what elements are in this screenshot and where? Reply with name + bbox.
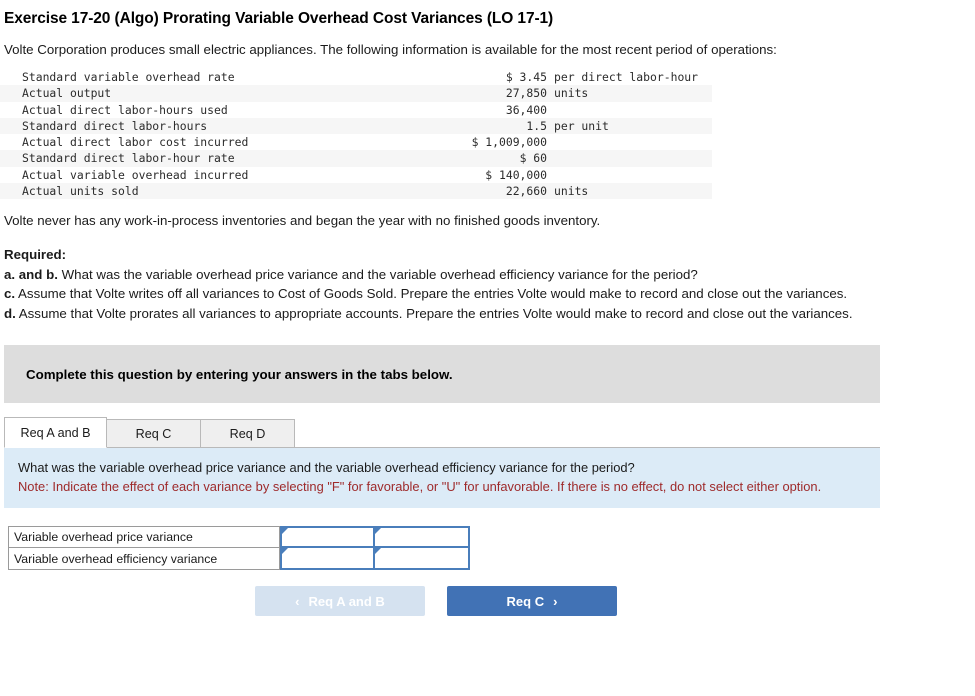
fact-label: Actual direct labor-hours used <box>22 102 228 117</box>
fact-label: Actual units sold <box>22 184 139 199</box>
question-note: Note: Indicate the effect of each varian… <box>18 479 822 495</box>
instruction-banner: Complete this question by entering your … <box>4 345 880 404</box>
tab-req-a-and-b[interactable]: Req A and B <box>4 417 107 449</box>
fact-amount: 36,400 <box>505 102 547 117</box>
answer-effect-input-efficiency-variance[interactable] <box>375 548 470 571</box>
required-marker-ab: a. and b. <box>4 266 58 282</box>
table-row: Actual units sold 22,660 units <box>0 183 712 200</box>
required-marker-c: c. <box>4 286 16 302</box>
table-row: Actual output 27,850 units <box>0 85 712 102</box>
fact-amount: $ 140,000 <box>485 167 547 182</box>
facts-table-body: Standard variable overhead rate $ 3.45 p… <box>0 69 712 200</box>
required-marker-d: d. <box>4 305 16 321</box>
navigation-row: ‹ Req A and B Req C › <box>0 586 975 617</box>
fact-amount: 22,660 <box>505 184 547 199</box>
fact-label: Standard direct labor-hours <box>22 118 208 133</box>
required-item-ab: a. and b. What was the variable overhead… <box>4 266 971 285</box>
answer-value-input-efficiency-variance[interactable] <box>280 548 375 571</box>
fact-label: Actual direct labor cost incurred <box>22 135 249 150</box>
answer-value-input-price-variance[interactable] <box>280 526 375 549</box>
answer-label-efficiency-variance: Variable overhead efficiency variance <box>8 548 280 571</box>
fact-unit: units <box>554 184 589 199</box>
tab-strip: Req A and B Req C Req D <box>4 417 880 449</box>
required-heading: Required: <box>4 247 67 263</box>
facts-table: Standard variable overhead rate $ 3.45 p… <box>0 69 712 200</box>
table-row: Variable overhead price variance <box>8 526 470 549</box>
chevron-left-icon: ‹ <box>295 593 300 609</box>
tab-req-d[interactable]: Req D <box>200 419 295 449</box>
fact-unit <box>547 102 712 118</box>
wip-note: Volte never has any work-in-process inve… <box>4 213 601 229</box>
next-req-button[interactable]: Req C › <box>447 586 617 617</box>
tab-req-c[interactable]: Req C <box>106 419 201 449</box>
required-section: Required: a. and b. What was the variabl… <box>0 228 975 323</box>
fact-amount: $ 60 <box>519 151 547 166</box>
required-text-d: Assume that Volte prorates all variances… <box>15 305 853 321</box>
table-row: Actual direct labor cost incurred $ 1,00… <box>0 134 712 151</box>
answer-effect-input-price-variance[interactable] <box>375 526 470 549</box>
table-row: Standard direct labor-hour rate $ 60 <box>0 150 712 167</box>
fact-amount: 27,850 <box>505 86 547 101</box>
answer-entry-table: Variable overhead price variance Variabl… <box>8 526 470 571</box>
answer-entry-body: Variable overhead price variance Variabl… <box>8 526 470 571</box>
fact-label: Standard variable overhead rate <box>22 70 235 84</box>
page-title: Exercise 17-20 (Algo) Prorating Variable… <box>4 10 554 27</box>
fact-label: Standard direct labor-hour rate <box>22 151 235 166</box>
answer-label-price-variance: Variable overhead price variance <box>8 526 280 549</box>
next-req-button-label: Req C <box>506 593 545 609</box>
prev-req-button[interactable]: ‹ Req A and B <box>255 586 425 617</box>
tab-label: Req A and B <box>20 425 91 440</box>
fact-unit <box>547 150 712 166</box>
required-text-ab: What was the variable overhead price var… <box>57 266 698 282</box>
tab-label: Req C <box>135 426 172 441</box>
prev-req-button-label: Req A and B <box>308 593 385 609</box>
table-row: Actual direct labor-hours used 36,400 <box>0 101 712 118</box>
question-panel: What was the variable overhead price var… <box>4 447 880 509</box>
fact-unit <box>547 167 712 183</box>
fact-unit: per unit <box>554 118 609 133</box>
intro-paragraph: Volte Corporation produces small electri… <box>4 42 777 57</box>
required-item-c: c. Assume that Volte writes off all vari… <box>4 285 971 304</box>
table-row: Actual variable overhead incurred $ 140,… <box>0 166 712 184</box>
required-text-c: Assume that Volte writes off all varianc… <box>15 286 848 302</box>
fact-amount: 1.5 <box>526 118 547 133</box>
fact-label: Actual variable overhead incurred <box>22 167 249 182</box>
table-row: Variable overhead efficiency variance <box>8 548 470 571</box>
fact-label: Actual output <box>22 86 112 101</box>
instruction-banner-text: Complete this question by entering your … <box>26 366 453 382</box>
fact-unit: per direct labor-hour <box>554 70 699 84</box>
fact-unit <box>547 134 712 150</box>
required-item-d: d. Assume that Volte prorates all varian… <box>4 305 971 324</box>
chevron-right-icon: › <box>553 593 558 609</box>
fact-unit: units <box>554 86 589 101</box>
table-row: Standard variable overhead rate $ 3.45 p… <box>0 69 712 86</box>
tab-label: Req D <box>229 426 266 441</box>
table-row: Standard direct labor-hours 1.5 per unit <box>0 117 712 135</box>
fact-amount: $ 3.45 <box>505 70 547 84</box>
question-text: What was the variable overhead price var… <box>18 460 635 476</box>
fact-amount: $ 1,009,000 <box>471 135 547 150</box>
